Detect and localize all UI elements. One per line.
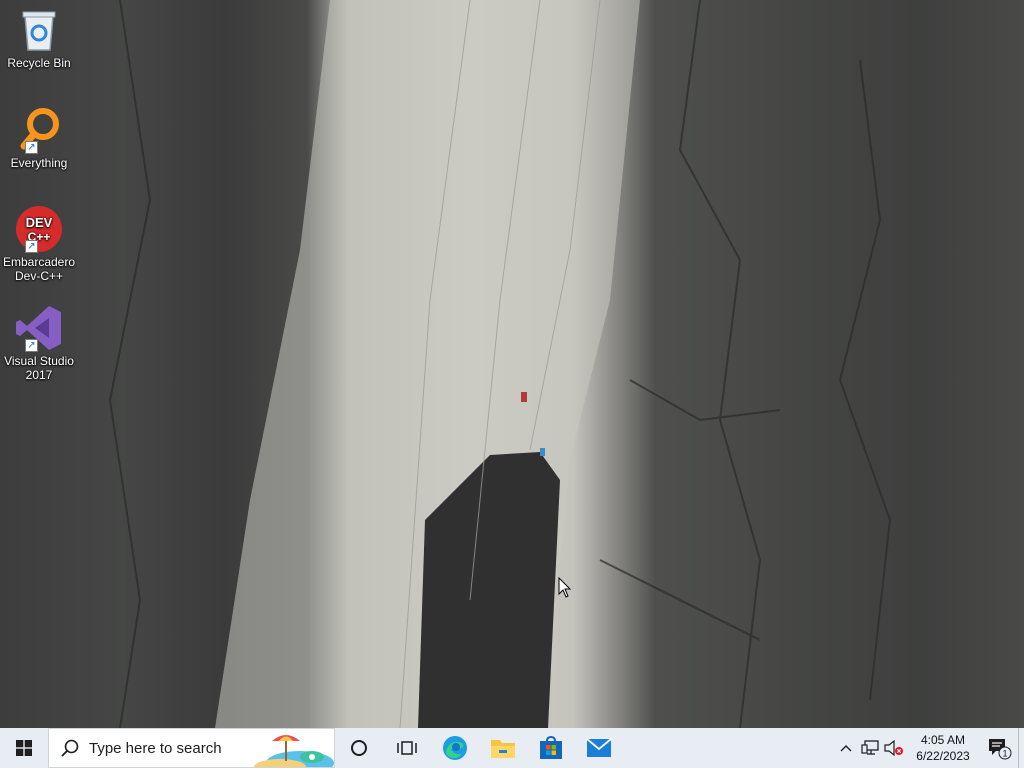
volume-muted-icon <box>884 740 903 756</box>
start-button[interactable] <box>0 728 48 768</box>
edge-icon <box>443 736 467 760</box>
search-placeholder: Type here to search <box>89 739 222 757</box>
dev-cpp-icon: DEV C++ ↗ <box>15 205 63 253</box>
cortana-circle-icon <box>351 740 367 756</box>
taskbar-mail-button[interactable] <box>575 728 623 768</box>
desktop-icon-label: Embarcadero Dev-C++ <box>2 255 76 283</box>
shortcut-arrow-icon: ↗ <box>25 141 38 154</box>
shortcut-arrow-icon: ↗ <box>25 240 38 253</box>
shortcut-arrow-icon: ↗ <box>25 339 38 352</box>
windows-logo-icon <box>16 740 32 756</box>
visual-studio-icon: ↗ <box>15 304 63 352</box>
desktop-icon-recycle-bin[interactable]: Recycle Bin <box>2 6 76 70</box>
system-tray: 4:05 AM 6/22/2023 1 <box>834 728 1024 768</box>
volume-button[interactable] <box>882 728 906 768</box>
show-hidden-icons-button[interactable] <box>834 728 858 768</box>
show-desktop-button[interactable] <box>1018 728 1024 768</box>
desktop-icon-visual-studio[interactable]: ↗ Visual Studio 2017 <box>2 304 76 382</box>
taskbar: Type here to search 4:05 AM 6/22/2023 1 <box>0 728 1024 768</box>
action-center-button[interactable]: 1 <box>980 728 1018 768</box>
chevron-up-icon <box>840 745 852 752</box>
search-highlight-image-icon <box>250 729 334 767</box>
desktop-icon-label: Everything <box>10 156 68 170</box>
file-explorer-icon <box>491 740 515 758</box>
notification-count: 1 <box>1002 749 1007 759</box>
taskbar-clock[interactable]: 4:05 AM 6/22/2023 <box>906 732 980 764</box>
network-button[interactable] <box>858 728 882 768</box>
desktop-icon-label: Recycle Bin <box>7 56 71 70</box>
taskbar-search-box[interactable]: Type here to search <box>48 728 335 768</box>
clock-time: 4:05 AM <box>920 733 966 747</box>
task-view-button[interactable] <box>383 728 431 768</box>
taskbar-store-button[interactable] <box>527 728 575 768</box>
recycle-bin-icon <box>15 6 63 54</box>
everything-search-icon: ↗ <box>15 106 63 154</box>
store-icon <box>540 736 562 759</box>
mail-icon <box>586 738 612 757</box>
cortana-button[interactable] <box>335 728 383 768</box>
search-icon <box>61 739 79 757</box>
network-wired-icon <box>861 740 879 755</box>
desktop-icon-everything[interactable]: ↗ Everything <box>2 106 76 170</box>
taskbar-file-explorer-button[interactable] <box>479 728 527 768</box>
mouse-cursor-icon <box>558 576 572 604</box>
svg-text:DEV: DEV <box>26 215 53 230</box>
clock-date: 6/22/2023 <box>916 749 970 763</box>
taskbar-edge-button[interactable] <box>431 728 479 768</box>
desktop-icon-dev-cpp[interactable]: DEV C++ ↗ Embarcadero Dev-C++ <box>2 205 76 283</box>
task-view-icon <box>397 741 417 755</box>
desktop-wallpaper <box>0 0 1024 728</box>
notification-icon: 1 <box>989 739 1012 760</box>
desktop-icon-label: Visual Studio 2017 <box>4 354 74 382</box>
